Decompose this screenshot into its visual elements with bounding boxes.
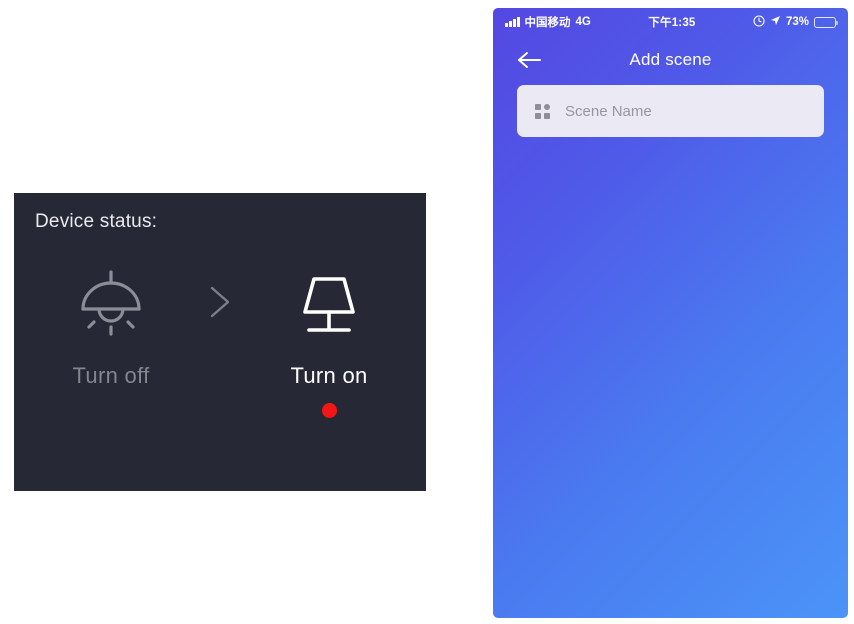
active-indicator-dot (321, 403, 337, 418)
status-bar-left: 中国移动 4G (505, 14, 591, 30)
ceiling-light-icon (74, 263, 148, 341)
battery-icon (814, 16, 839, 28)
status-bar-time: 下午1:35 (648, 17, 696, 29)
status-bar-right: 73% (753, 14, 839, 30)
phone-screen: 中国移动 4G 下午1:35 73% Add scene Scene Name (493, 8, 848, 618)
page-title: Add scene (629, 50, 712, 69)
device-state-label: Turn off (72, 363, 150, 388)
device-status-panel: Device status: Turn off Turn on (14, 193, 426, 491)
device-status-row: Turn off Turn on (14, 263, 426, 418)
table-lamp-icon (292, 263, 366, 341)
alarm-icon (753, 14, 765, 30)
screenshot-root: Device status: Turn off Turn on 中国移动 4G … (0, 0, 854, 624)
back-arrow-icon[interactable] (515, 45, 545, 75)
network-type-label: 4G (575, 16, 591, 28)
status-bar: 中国移动 4G 下午1:35 73% (493, 8, 848, 36)
device-state-label: Turn on (290, 363, 368, 388)
scene-name-field[interactable] (517, 85, 824, 137)
device-status-title: Device status: (35, 211, 158, 232)
device-state-turn-on: Turn on (250, 263, 408, 418)
location-arrow-icon (770, 15, 781, 29)
battery-percent-label: 73% (785, 16, 809, 28)
device-state-turn-off: Turn off (32, 263, 190, 418)
chevron-right-icon (190, 263, 250, 341)
grid-icon (535, 103, 550, 119)
scene-name-input[interactable] (563, 101, 806, 121)
nav-bar: Add scene (493, 40, 848, 80)
carrier-label: 中国移动 (524, 17, 571, 29)
signal-bars-icon (505, 17, 520, 27)
